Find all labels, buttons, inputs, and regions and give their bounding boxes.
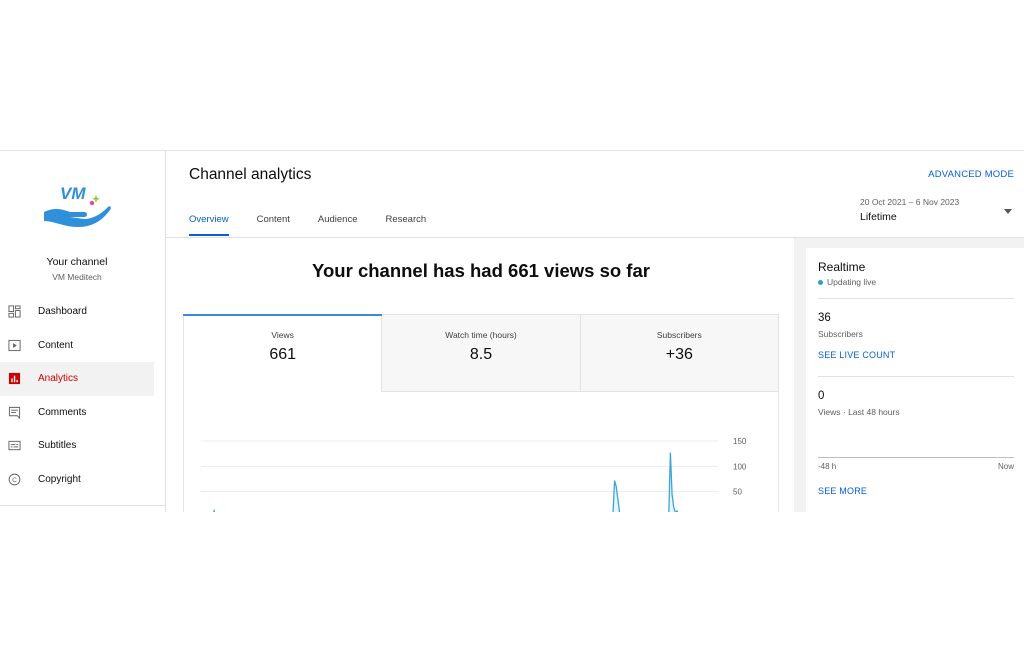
subtitles-icon <box>7 439 21 453</box>
metric-card-subscribers[interactable]: Subscribers +36 <box>580 314 779 392</box>
realtime-chart-axis <box>818 457 1014 458</box>
sidebar-divider <box>0 505 165 506</box>
sidebar-item-label: Dashboard <box>38 306 87 318</box>
channel-logo[interactable]: VM <box>40 179 112 229</box>
y-tick-label: 100 <box>733 462 747 471</box>
your-channel-label: Your channel <box>46 256 108 268</box>
page-title: Channel analytics <box>189 166 312 183</box>
content-icon <box>7 338 21 352</box>
realtime-status-text: Updating live <box>827 277 877 287</box>
sidebar-item-label: Analytics <box>38 373 79 385</box>
metric-value: 661 <box>269 346 297 363</box>
advanced-mode-link[interactable]: ADVANCED MODE <box>928 169 1014 180</box>
tab-audience[interactable]: Audience <box>318 214 358 236</box>
sidebar-item-copyright[interactable]: C Copyright <box>0 463 154 497</box>
realtime-divider <box>818 298 1014 299</box>
y-tick-label: 150 <box>733 437 747 446</box>
views-chart: 150100500 <box>183 392 779 512</box>
realtime-views-value: 0 <box>818 390 825 402</box>
views-series-line[interactable] <box>201 452 718 512</box>
realtime-views-label: Views · Last 48 hours <box>818 407 900 417</box>
realtime-subscribers-label: Subscribers <box>818 329 863 339</box>
metric-card-views[interactable]: Views 661 <box>183 314 383 392</box>
realtime-subscribers-value: 36 <box>818 312 831 324</box>
sidebar-item-label: Copyright <box>38 473 81 485</box>
copyright-icon: C <box>7 472 21 486</box>
sidebar-item-label: Comments <box>38 406 87 418</box>
realtime-card: Realtime Updating live 36 Subscribers SE… <box>806 248 1024 512</box>
y-tick-label: 50 <box>733 488 742 497</box>
realtime-axis-end: Now <box>997 462 1014 471</box>
dashboard-icon <box>7 305 21 319</box>
metric-label: Watch time (hours) <box>445 330 517 340</box>
see-more-link[interactable]: SEE MORE <box>818 486 867 496</box>
sidebar-item-analytics[interactable]: Analytics <box>0 362 154 396</box>
tab-content[interactable]: Content <box>257 214 290 236</box>
sidebar-nav: Dashboard Content Analytics Comments Sub… <box>0 295 154 496</box>
tab-research[interactable]: Research <box>386 214 427 236</box>
analytics-tabs: Overview Content Audience Research <box>189 214 454 236</box>
app-frame: VM Your channel VM Meditech Dashboard Co… <box>0 150 1024 512</box>
sidebar-item-dashboard[interactable]: Dashboard <box>0 295 154 329</box>
sidebar-item-content[interactable]: Content <box>0 329 154 363</box>
sidebar-item-comments[interactable]: Comments <box>0 396 154 430</box>
metric-value: +36 <box>665 346 693 363</box>
views-line-chart: 150100500 <box>201 437 747 512</box>
comments-icon <box>7 405 21 419</box>
metric-value: 8.5 <box>469 346 493 363</box>
channel-name: VM Meditech <box>52 272 102 282</box>
see-live-count-link[interactable]: SEE LIVE COUNT <box>818 350 895 360</box>
metric-label: Subscribers <box>656 330 702 340</box>
sidebar: VM Your channel VM Meditech Dashboard Co… <box>0 151 166 512</box>
chevron-down-icon[interactable] <box>1004 209 1012 214</box>
tab-overview[interactable]: Overview <box>189 214 229 236</box>
sidebar-item-subtitles[interactable]: Subtitles <box>0 429 154 463</box>
metric-label: Views <box>271 330 294 340</box>
sidebar-item-label: Subtitles <box>38 440 77 452</box>
date-range-text[interactable]: 20 Oct 2021 – 6 Nov 2023 <box>860 197 959 207</box>
sidebar-item-label: Content <box>38 339 74 351</box>
live-dot-icon <box>818 279 823 285</box>
views-series-area <box>213 452 678 512</box>
svg-text:C: C <box>12 477 17 484</box>
realtime-divider <box>818 376 1014 377</box>
metric-cards: Views 661 Watch time (hours) 8.5 Subscri… <box>183 314 779 392</box>
realtime-title: Realtime <box>818 260 866 274</box>
realtime-axis-start: -48 h <box>818 462 837 471</box>
analytics-icon <box>7 372 21 386</box>
views-headline: Your channel has had 661 views so far <box>312 260 650 281</box>
date-period-select[interactable]: Lifetime <box>860 211 897 223</box>
realtime-status: Updating live <box>818 277 876 287</box>
metric-card-watch-time[interactable]: Watch time (hours) 8.5 <box>382 314 581 392</box>
logo-text: VM <box>60 184 86 203</box>
